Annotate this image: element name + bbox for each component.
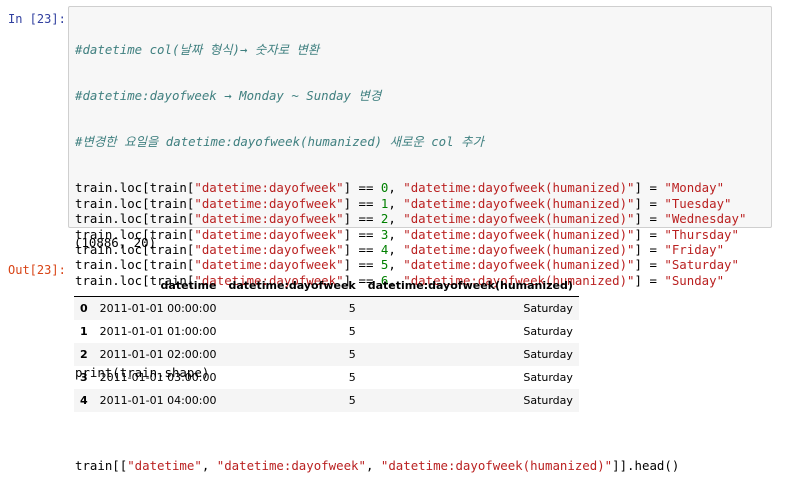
humanized-cell: Saturday	[523, 371, 573, 384]
code-comment: #datetime:dayofweek → Monday ~ Sunday 변경	[75, 88, 382, 104]
datetime-cell: 2011-01-01 04:00:00	[99, 394, 217, 407]
input-prompt: In [23]:	[8, 12, 66, 26]
code-token: ,	[388, 180, 404, 196]
code-token: ] =	[634, 272, 665, 288]
code-token: ] =	[634, 180, 665, 196]
code-token: train.loc[train[	[75, 257, 195, 273]
code-string: "Wednesday"	[664, 211, 747, 227]
code-token: ] ==	[343, 257, 381, 273]
code-string: "datetime:dayofweek"	[194, 241, 344, 257]
code-token: ] =	[634, 195, 665, 211]
code-token: ]].head()	[612, 457, 680, 473]
code-string: "datetime:dayofweek"	[194, 195, 344, 211]
dayofweek-cell: 5	[348, 325, 356, 338]
code-token: ,	[388, 211, 404, 227]
index-cell: 4	[80, 394, 88, 407]
datetime-cell: 2011-01-01 01:00:00	[99, 325, 217, 338]
output-prompt: Out[23]:	[8, 263, 66, 277]
index-cell: 3	[80, 371, 88, 384]
loc-line: train.loc[train["datetime:dayofweek"] ==…	[75, 257, 767, 272]
code-token: train[[	[75, 457, 128, 473]
code-string: "datetime"	[127, 457, 202, 473]
humanized-cell: Saturday	[523, 348, 573, 361]
dayofweek-cell: 5	[348, 394, 356, 407]
humanized-cell: Saturday	[523, 302, 573, 315]
code-string: "datetime:dayofweek"	[194, 211, 344, 227]
code-string: "Thursday"	[664, 226, 739, 242]
loc-assignment-lines: train.loc[train["datetime:dayofweek"] ==…	[75, 180, 767, 288]
stdout-output: (10886, 20)	[74, 235, 157, 250]
code-token: ] =	[634, 241, 665, 257]
humanized-cell: Saturday	[523, 325, 573, 338]
humanized-cell: Saturday	[523, 394, 573, 407]
loc-line: train.loc[train["datetime:dayofweek"] ==…	[75, 211, 767, 226]
code-string: "datetime:dayofweek(humanized)"	[403, 241, 635, 257]
code-token: ] ==	[343, 241, 381, 257]
code-editor[interactable]: #datetime col(날짜 형식)→ 숫자로 변환 #datetime:d…	[75, 11, 767, 504]
code-string: "datetime:dayofweek(humanized)"	[403, 257, 635, 273]
table-row: 3 2011-01-01 03:00:00 5 Saturday	[74, 366, 579, 389]
datetime-cell: 2011-01-01 00:00:00	[99, 302, 217, 315]
code-token: ] =	[634, 257, 665, 273]
column-header: datetime:dayofweek(humanized)	[361, 275, 579, 297]
table-row: 4 2011-01-01 04:00:00 5 Saturday	[74, 389, 579, 412]
loc-line: train.loc[train["datetime:dayofweek"] ==…	[75, 242, 767, 257]
code-token: ] ==	[343, 226, 381, 242]
column-header: datetime	[93, 275, 223, 297]
code-comment: #변경한 요일을 datetime:dayofweek(humanized) 새…	[75, 134, 484, 150]
code-token: ,	[388, 195, 404, 211]
index-cell: 0	[80, 302, 88, 315]
index-cell: 1	[80, 325, 88, 338]
column-header: datetime:dayofweek	[222, 275, 362, 297]
head-statement: train[["datetime", "datetime:dayofweek",…	[75, 458, 767, 473]
code-string: "datetime:dayofweek"	[194, 257, 344, 273]
code-string: "datetime:dayofweek(humanized)"	[403, 226, 635, 242]
code-string: "datetime:dayofweek(humanized)"	[403, 195, 635, 211]
code-token: ] ==	[343, 211, 381, 227]
code-token: ,	[388, 226, 404, 242]
code-string: "datetime:dayofweek(humanized)"	[380, 457, 613, 473]
code-string: "datetime:dayofweek(humanized)"	[403, 211, 635, 227]
code-token: ,	[365, 457, 381, 473]
code-string: "datetime:dayofweek"	[194, 180, 344, 196]
code-token: ] ==	[343, 180, 381, 196]
code-token: ] =	[634, 226, 665, 242]
code-token: train.loc[train[	[75, 180, 195, 196]
dayofweek-cell: 5	[348, 348, 356, 361]
code-cell-input[interactable]: #datetime col(날짜 형식)→ 숫자로 변환 #datetime:d…	[68, 6, 772, 473]
datetime-cell: 2011-01-01 02:00:00	[99, 348, 217, 361]
table-header-row: datetime datetime:dayofweek datetime:day…	[74, 275, 579, 297]
code-token: ] =	[634, 211, 665, 227]
code-string: "Monday"	[664, 180, 725, 196]
code-comment: #datetime col(날짜 형식)→ 숫자로 변환	[75, 41, 320, 57]
code-string: "datetime:dayofweek(humanized)"	[403, 180, 635, 196]
datetime-cell: 2011-01-01 03:00:00	[99, 371, 217, 384]
code-string: "Saturday"	[664, 257, 739, 273]
loc-line: train.loc[train["datetime:dayofweek"] ==…	[75, 227, 767, 242]
code-string: "Tuesday"	[664, 195, 732, 211]
code-token: train.loc[train[	[75, 211, 195, 227]
code-string: "datetime:dayofweek"	[194, 226, 344, 242]
loc-line: train.loc[train["datetime:dayofweek"] ==…	[75, 196, 767, 211]
dayofweek-cell: 5	[348, 371, 356, 384]
index-cell: 2	[80, 348, 88, 361]
dayofweek-cell: 5	[348, 302, 356, 315]
dataframe-table: datetime datetime:dayofweek datetime:day…	[74, 275, 579, 412]
table-row: 2 2011-01-01 02:00:00 5 Saturday	[74, 343, 579, 366]
loc-line: train.loc[train["datetime:dayofweek"] ==…	[75, 180, 767, 195]
code-token: train.loc[train[	[75, 195, 195, 211]
code-string: "Friday"	[664, 241, 725, 257]
code-token: ,	[388, 257, 404, 273]
code-token: ,	[388, 241, 404, 257]
code-token: ,	[201, 457, 217, 473]
code-string: "Sunday"	[664, 272, 725, 288]
table-row: 0 2011-01-01 00:00:00 5 Saturday	[74, 296, 579, 320]
code-string: "datetime:dayofweek"	[216, 457, 366, 473]
table-row: 1 2011-01-01 01:00:00 5 Saturday	[74, 320, 579, 343]
code-token: ] ==	[343, 195, 381, 211]
index-header	[74, 275, 94, 297]
